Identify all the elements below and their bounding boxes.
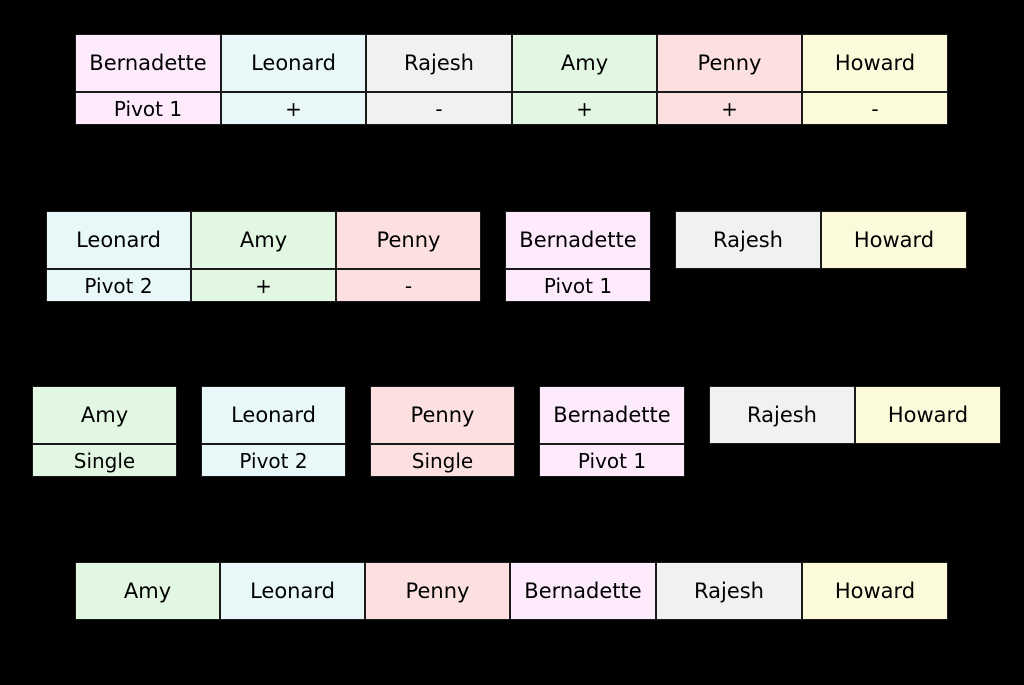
- element-label-amy: Single: [32, 444, 177, 477]
- element-cell-howard[interactable]: Howard: [855, 386, 1001, 444]
- element-cell-penny[interactable]: Penny: [657, 34, 802, 92]
- group-name-cells: Bernadette: [539, 386, 685, 444]
- group-label-cells: Single: [370, 444, 515, 477]
- element-label-leonard: Pivot 2: [201, 444, 346, 477]
- partition-group: Rajesh Howard: [709, 386, 1001, 444]
- partition-group: Leonard Amy Penny Pivot 2 + -: [46, 211, 481, 302]
- partition-group: Bernadette Leonard Rajesh Amy Penny Howard Piv…: [75, 34, 948, 125]
- element-label-leonard: Pivot 2: [46, 269, 191, 302]
- element-label-penny: -: [336, 269, 481, 302]
- group-label-cells: Pivot 1: [539, 444, 685, 477]
- element-cell-leonard[interactable]: Leonard: [220, 562, 365, 620]
- element-cell-rajesh[interactable]: Rajesh: [709, 386, 855, 444]
- element-label-bernadette: Pivot 1: [505, 269, 651, 302]
- element-cell-bernadette[interactable]: Bernadette: [539, 386, 685, 444]
- element-cell-rajesh[interactable]: Rajesh: [366, 34, 512, 92]
- group-label-cells: Pivot 1 + - + + -: [75, 92, 948, 125]
- group-name-cells: Bernadette: [505, 211, 651, 269]
- element-cell-amy[interactable]: Amy: [75, 562, 220, 620]
- group-label-cells: Single: [32, 444, 177, 477]
- element-cell-rajesh[interactable]: Rajesh: [675, 211, 821, 269]
- group-label-cells: Pivot 2: [201, 444, 346, 477]
- element-label-amy: +: [191, 269, 336, 302]
- element-cell-amy[interactable]: Amy: [32, 386, 177, 444]
- element-cell-leonard[interactable]: Leonard: [46, 211, 191, 269]
- group-name-cells: Leonard Amy Penny: [46, 211, 481, 269]
- partition-row-2: Leonard Amy Penny Pivot 2 + - Bernadette Pivot …: [46, 211, 967, 302]
- element-cell-amy[interactable]: Amy: [191, 211, 336, 269]
- element-label-rajesh: -: [366, 92, 512, 125]
- element-cell-howard[interactable]: Howard: [802, 34, 948, 92]
- partition-group: Bernadette Pivot 1: [505, 211, 651, 302]
- group-name-cells: Amy Leonard Penny Bernadette Rajesh Howard: [75, 562, 948, 620]
- group-name-cells: Rajesh Howard: [709, 386, 1001, 444]
- partition-row-3: Amy Single Leonard Pivot 2 Penny Single Bernad…: [32, 386, 1001, 477]
- group-label-cells: Pivot 1: [505, 269, 651, 302]
- partition-group: Bernadette Pivot 1: [539, 386, 685, 477]
- element-label-amy: +: [512, 92, 657, 125]
- element-cell-howard[interactable]: Howard: [821, 211, 967, 269]
- element-cell-bernadette[interactable]: Bernadette: [510, 562, 656, 620]
- partition-group: Rajesh Howard: [675, 211, 967, 269]
- group-label-cells: Pivot 2 + -: [46, 269, 481, 302]
- element-label-bernadette: Pivot 1: [75, 92, 221, 125]
- quicksort-diagram: Bernadette Leonard Rajesh Amy Penny Howard Piv…: [0, 0, 1024, 685]
- element-label-leonard: +: [221, 92, 366, 125]
- partition-row-1: Bernadette Leonard Rajesh Amy Penny Howard Piv…: [75, 34, 948, 125]
- partition-group: Amy Single: [32, 386, 177, 477]
- element-cell-rajesh[interactable]: Rajesh: [656, 562, 802, 620]
- partition-group: Amy Leonard Penny Bernadette Rajesh Howard: [75, 562, 948, 620]
- element-cell-howard[interactable]: Howard: [802, 562, 948, 620]
- group-name-cells: Leonard: [201, 386, 346, 444]
- group-name-cells: Rajesh Howard: [675, 211, 967, 269]
- element-label-penny: +: [657, 92, 802, 125]
- element-cell-leonard[interactable]: Leonard: [201, 386, 346, 444]
- partition-group: Penny Single: [370, 386, 515, 477]
- element-cell-penny[interactable]: Penny: [365, 562, 510, 620]
- element-cell-leonard[interactable]: Leonard: [221, 34, 366, 92]
- group-name-cells: Amy: [32, 386, 177, 444]
- element-cell-bernadette[interactable]: Bernadette: [505, 211, 651, 269]
- element-label-penny: Single: [370, 444, 515, 477]
- group-name-cells: Penny: [370, 386, 515, 444]
- element-label-howard: -: [802, 92, 948, 125]
- element-cell-penny[interactable]: Penny: [336, 211, 481, 269]
- element-cell-bernadette[interactable]: Bernadette: [75, 34, 221, 92]
- element-label-bernadette: Pivot 1: [539, 444, 685, 477]
- partition-group: Leonard Pivot 2: [201, 386, 346, 477]
- partition-row-4: Amy Leonard Penny Bernadette Rajesh Howard: [75, 562, 948, 620]
- element-cell-penny[interactable]: Penny: [370, 386, 515, 444]
- group-name-cells: Bernadette Leonard Rajesh Amy Penny Howard: [75, 34, 948, 92]
- element-cell-amy[interactable]: Amy: [512, 34, 657, 92]
